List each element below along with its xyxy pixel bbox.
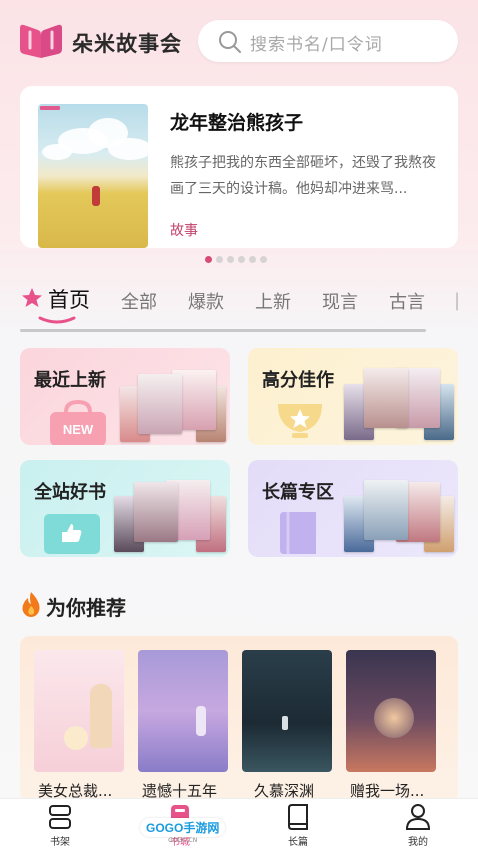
app-logo-icon [20, 24, 62, 58]
book-icon [288, 804, 308, 830]
category-label: 全站好书 [34, 482, 106, 503]
banner-tag[interactable]: 故事 [170, 220, 198, 240]
pagination-dot[interactable] [238, 256, 245, 263]
book-cover[interactable] [34, 650, 124, 772]
tab-modern-romance[interactable]: 现言 [322, 288, 358, 314]
bookshelf-icon [49, 805, 71, 829]
nav-label: 我的 [408, 837, 428, 848]
category-top-rated[interactable]: 高分佳作 [248, 348, 458, 445]
shopping-bag-icon: NEW [50, 400, 106, 445]
category-recent-new[interactable]: 最近上新 NEW [20, 348, 230, 445]
search-bar[interactable]: 搜索书名/口令词 [198, 20, 458, 62]
app-title: 朵米故事会 [72, 32, 182, 56]
header: 朵米故事会 搜索书名/口令词 [0, 18, 478, 64]
tab-ancient-romance[interactable]: 古言 [389, 288, 425, 314]
search-input[interactable]: 搜索书名/口令词 [250, 30, 383, 55]
new-badge: NEW [63, 422, 94, 437]
user-icon [405, 804, 431, 830]
book-cover[interactable] [138, 650, 228, 772]
banner-description: 熊孩子把我的东西全部砸坏，还毁了我熬夜画了三天的设计稿。他妈却冲进来骂... [170, 155, 436, 197]
tabs-scrollbar[interactable] [20, 329, 426, 332]
pagination-dot[interactable] [216, 256, 223, 263]
nav-label: 书架 [50, 837, 70, 848]
banner-book-cover[interactable] [38, 104, 148, 248]
search-icon [219, 31, 241, 53]
nav-bookshelf[interactable]: 书架 [30, 803, 90, 848]
category-label: 长篇专区 [262, 482, 334, 503]
thumbs-up-box-icon [44, 514, 100, 554]
tab-all[interactable]: 全部 [121, 288, 157, 314]
star-icon [22, 288, 42, 307]
recommend-panel: 美女总裁... 遗憾十五年 久慕深渊 赠我一场... [20, 636, 458, 802]
category-site-favorites[interactable]: 全站好书 [20, 460, 230, 557]
book-cover[interactable] [346, 650, 436, 772]
category-label: 最近上新 [34, 370, 106, 391]
tab-new[interactable]: 上新 [255, 288, 291, 314]
pagination-dot[interactable] [260, 256, 267, 263]
nav-label: 长篇 [288, 837, 308, 848]
category-long-novels[interactable]: 长篇专区 [248, 460, 458, 557]
section-title-recommend: 为你推荐 [46, 596, 126, 620]
category-tabs: 首页 全部 爆款 上新 现言 古言 | [0, 282, 478, 324]
banner-title[interactable]: 龙年整治熊孩子 [170, 108, 303, 135]
tab-overflow-indicator: | [454, 290, 461, 311]
pagination-dot[interactable] [249, 256, 256, 263]
book-cover[interactable] [242, 650, 332, 772]
tab-hot[interactable]: 爆款 [188, 288, 224, 314]
category-label: 高分佳作 [262, 370, 334, 391]
pagination-dot[interactable] [205, 256, 212, 263]
banner-pagination [205, 256, 267, 263]
bottom-navigation: 书架 书城 长篇 我的 GOGO手游网 GOGO.CN [0, 798, 478, 850]
watermark: GOGO手游网 GOGO.CN [140, 817, 226, 844]
nav-long-novels[interactable]: 长篇 [268, 803, 328, 848]
tab-home[interactable]: 首页 [48, 284, 90, 314]
tab-active-indicator [38, 316, 76, 324]
featured-banner[interactable]: 龙年整治熊孩子 熊孩子把我的东西全部砸坏，还毁了我熬夜画了三天的设计稿。他妈却冲… [20, 86, 458, 248]
fire-icon [22, 592, 40, 617]
trophy-icon [278, 404, 322, 438]
book-icon [280, 512, 316, 554]
pagination-dot[interactable] [227, 256, 234, 263]
nav-profile[interactable]: 我的 [388, 803, 448, 848]
